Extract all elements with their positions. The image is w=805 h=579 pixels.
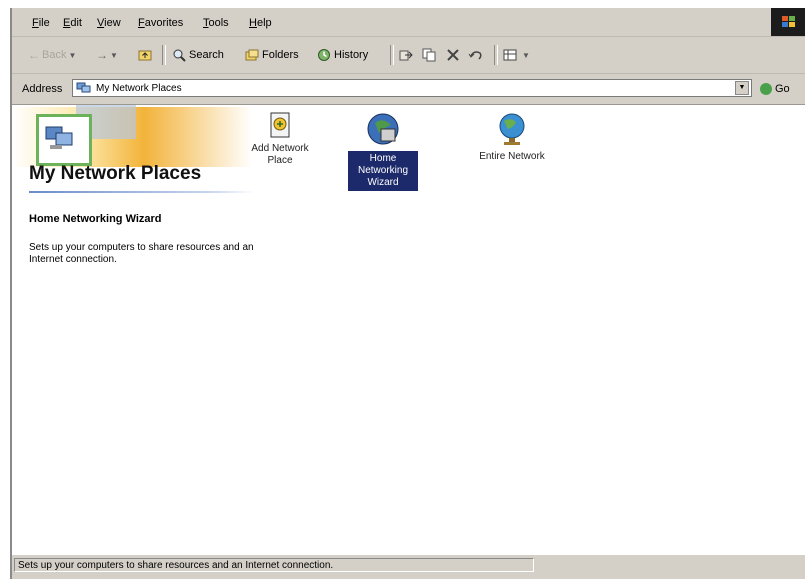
standard-toolbar: ← Back ▼ → ▼ Search Folders History ▼ [12, 37, 805, 74]
windows-logo-icon [771, 8, 805, 36]
up-folder-icon [138, 48, 152, 62]
views-button[interactable]: ▼ [503, 46, 530, 64]
search-button[interactable]: Search [172, 46, 224, 64]
menu-bar: File Edit View Favorites Tools Help [12, 8, 805, 37]
address-label: Address [22, 83, 63, 95]
menu-file[interactable]: File [32, 17, 50, 29]
menu-view[interactable]: View [97, 17, 121, 29]
address-value: My Network Places [96, 82, 182, 94]
up-folder-button[interactable] [138, 46, 155, 64]
menu-favorites[interactable]: Favorites [138, 17, 183, 29]
delete-x-icon [446, 48, 460, 62]
toolbar-separator [390, 45, 394, 65]
chevron-down-icon: ▼ [110, 50, 118, 60]
go-arrow-icon [760, 83, 772, 95]
folders-icon [245, 48, 259, 62]
menu-edit[interactable]: Edit [63, 17, 82, 29]
menu-tools[interactable]: Tools [203, 17, 229, 29]
network-places-icon [76, 82, 92, 94]
title-divider [29, 191, 255, 193]
views-icon [503, 48, 517, 62]
address-field[interactable]: My Network Places ▼ [72, 79, 752, 97]
entire-network-globe-icon [496, 111, 528, 147]
address-bar: Address My Network Places ▼ Go [12, 74, 805, 106]
undo-icon [468, 48, 482, 62]
move-to-button[interactable] [399, 46, 416, 64]
history-icon [317, 48, 331, 62]
list-item-entire-network[interactable]: Entire Network [462, 111, 562, 163]
menu-help[interactable]: Help [249, 17, 272, 29]
folders-button[interactable]: Folders [245, 46, 299, 64]
explorer-window: File Edit View Favorites Tools Help ← Ba… [10, 8, 805, 579]
delete-button[interactable] [446, 46, 463, 64]
selection-description: Sets up your computers to share resource… [29, 242, 254, 265]
search-icon [172, 48, 186, 62]
copy-to-icon [422, 48, 436, 62]
back-arrow-icon: ← [28, 48, 40, 62]
add-network-place-icon [269, 111, 291, 139]
list-item-add-network-place[interactable]: Add Network Place [248, 111, 312, 167]
address-dropdown-button[interactable]: ▼ [735, 81, 749, 95]
copy-to-button[interactable] [422, 46, 439, 64]
undo-button[interactable] [468, 46, 485, 64]
home-networking-wizard-icon [365, 111, 401, 147]
forward-arrow-icon: → [96, 48, 108, 62]
selection-name: Home Networking Wizard [29, 213, 162, 225]
page-title: My Network Places [29, 163, 202, 184]
chevron-down-icon: ▼ [68, 50, 77, 60]
my-network-places-icon [44, 123, 74, 153]
go-button[interactable]: Go [760, 83, 790, 95]
chevron-down-icon: ▼ [522, 50, 530, 60]
back-button[interactable]: ← Back ▼ [28, 46, 76, 64]
toolbar-separator [494, 45, 498, 65]
forward-button[interactable]: → ▼ [96, 46, 118, 64]
toolbar-separator [162, 45, 166, 65]
move-to-icon [399, 48, 413, 62]
status-bar: Sets up your computers to share resource… [12, 554, 805, 577]
status-text: Sets up your computers to share resource… [14, 558, 534, 572]
folder-view: My Network Places Home Networking Wizard… [12, 105, 805, 554]
list-item-home-networking-wizard[interactable]: Home Networking Wizard [348, 111, 418, 191]
history-button[interactable]: History [317, 46, 368, 64]
